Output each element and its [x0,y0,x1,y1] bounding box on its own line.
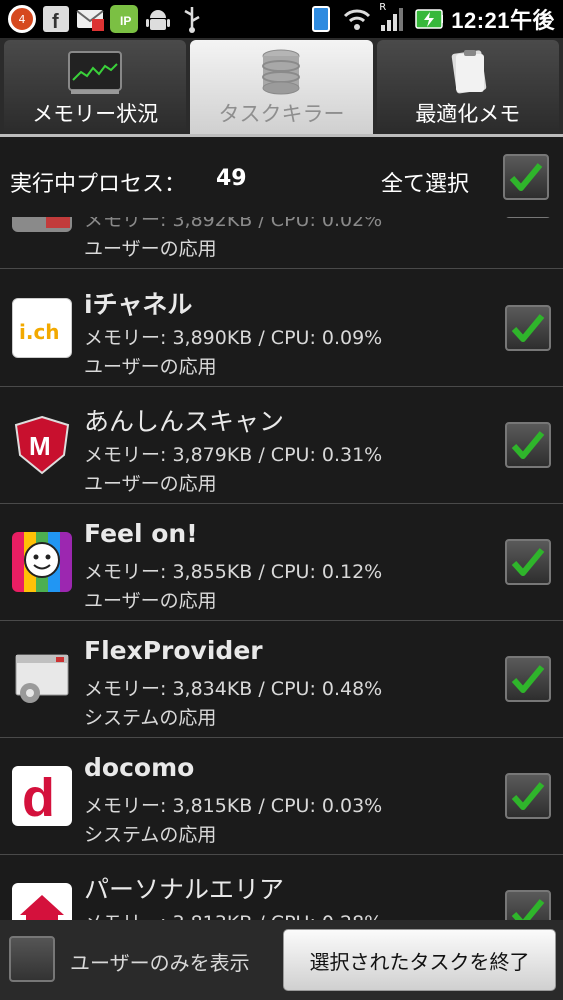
list-item[interactable]: Feel on! メモリー: 3,855KB / CPU: 0.12% ユーザー… [0,504,563,621]
signal-strength-icon: R [379,2,407,33]
tab-label: メモリー状況 [32,102,159,126]
tab-optimize-memo[interactable]: 最適化メモ [376,40,559,136]
clock: 12:21午後 [451,8,555,33]
memory-cpu-stats: メモリー: 3,890KB / CPU: 0.09% [84,327,383,349]
process-checkbox[interactable] [505,890,551,920]
show-user-only-label: ユーザーのみを表示 [70,951,250,975]
list-item[interactable]: メモリー: 3,892KB / CPU: 0.02% ユーザーの応用 [0,217,563,269]
list-item[interactable]: パーソナルエリア メモリー: 3,813KB / CPU: 0.28% [0,855,563,920]
android-debug-icon [144,5,172,33]
app-type: システムの応用 [84,707,217,729]
checkmark-icon [511,782,545,810]
status-bar: 4 f IP R 12:21午後 [0,0,563,38]
checkmark-icon [511,548,545,576]
show-user-only-checkbox[interactable] [9,936,55,982]
usb-icon [178,5,206,33]
running-process-label: 実行中プロセス： [10,172,187,197]
process-checkbox[interactable] [505,773,551,819]
select-all-checkbox[interactable] [503,154,549,200]
roaming-indicator: R [379,2,387,13]
mcafee-shield-icon: M [12,415,72,475]
tab-label: 最適化メモ [415,102,521,126]
app-name: あんしんスキャン [84,407,285,436]
battery-charging-icon [415,5,444,33]
svg-text:f: f [52,11,59,32]
memory-cpu-stats: メモリー: 3,892KB / CPU: 0.02% [84,217,383,231]
app-name: Feel on! [84,519,198,548]
home-icon [12,883,72,920]
process-checkbox[interactable] [505,217,551,218]
process-checkbox[interactable] [505,422,551,468]
app-type: ユーザーの応用 [84,238,217,260]
process-header: 実行中プロセス： 49 全て選択 [0,137,563,217]
app-name: FlexProvider [84,636,263,665]
tab-task-killer[interactable]: タスクキラー [190,40,373,136]
checkmark-icon [511,899,545,920]
system-icons: R 12:21午後 [307,2,555,35]
bottom-bar: ユーザーのみを表示 選択されたタスクを終了 [0,920,563,1000]
svg-text:i.ch: i.ch [19,320,60,344]
list-item[interactable]: d docomo メモリー: 3,815KB / CPU: 0.03% システム… [0,738,563,855]
tab-bar: メモリー状況 タスクキラー 最適化メモ [0,38,563,136]
ip-phone-icon: IP [110,5,138,33]
tab-memory-status[interactable]: メモリー状況 [4,40,187,136]
list-item[interactable]: i.ch iチャネル メモリー: 3,890KB / CPU: 0.09% ユー… [0,270,563,387]
list-item[interactable]: M あんしんスキャン メモリー: 3,879KB / CPU: 0.31% ユー… [0,387,563,504]
running-process-count: 49 [216,166,247,191]
ichannel-icon: i.ch [12,298,72,358]
feel-on-icon [12,532,72,592]
app-type: ユーザーの応用 [84,356,217,378]
mail-icon [76,5,104,33]
select-all-label: 全て選択 [381,172,470,197]
screen-rotation-icon [307,5,335,33]
list-item[interactable]: FlexProvider メモリー: 3,834KB / CPU: 0.48% … [0,621,563,738]
end-selected-tasks-button[interactable]: 選択されたタスクを終了 [283,929,556,991]
wifi-icon [343,5,371,33]
app-name: docomo [84,753,195,782]
notification-badge-icon: 4 [8,5,36,33]
checkmark-icon [511,665,545,693]
database-icon [262,49,301,95]
app-name: iチャネル [84,290,193,319]
notification-icons: 4 f IP [8,3,206,35]
docomo-icon: d [12,766,72,826]
memory-graph-icon [68,51,123,94]
facebook-icon: f [42,5,70,33]
process-checkbox[interactable] [505,305,551,351]
memory-cpu-stats: メモリー: 3,879KB / CPU: 0.31% [84,444,383,466]
tab-label: タスクキラー [218,102,345,126]
app-name: パーソナルエリア [84,875,285,904]
memory-cpu-stats: メモリー: 3,813KB / CPU: 0.28% [84,908,382,920]
app-type: ユーザーの応用 [84,590,217,612]
memory-cpu-stats: メモリー: 3,815KB / CPU: 0.03% [84,795,383,817]
process-checkbox[interactable] [505,539,551,585]
checkmark-icon [511,431,545,459]
svg-text:IP: IP [120,14,131,28]
svg-text:d: d [22,768,55,826]
app-type: ユーザーの応用 [84,473,217,495]
process-list[interactable]: メモリー: 3,892KB / CPU: 0.02% ユーザーの応用 i.ch … [0,217,563,920]
memory-cpu-stats: メモリー: 3,855KB / CPU: 0.12% [84,561,383,583]
checkmark-icon [509,163,543,191]
process-checkbox[interactable] [505,656,551,702]
app-type: システムの応用 [84,824,217,846]
memory-cpu-stats: メモリー: 3,834KB / CPU: 0.48% [84,678,383,700]
partial-app-icon [12,217,72,232]
checkmark-icon [511,314,545,342]
memo-pad-icon [451,50,487,94]
system-gear-icon [12,649,72,709]
svg-text:M: M [29,431,51,461]
